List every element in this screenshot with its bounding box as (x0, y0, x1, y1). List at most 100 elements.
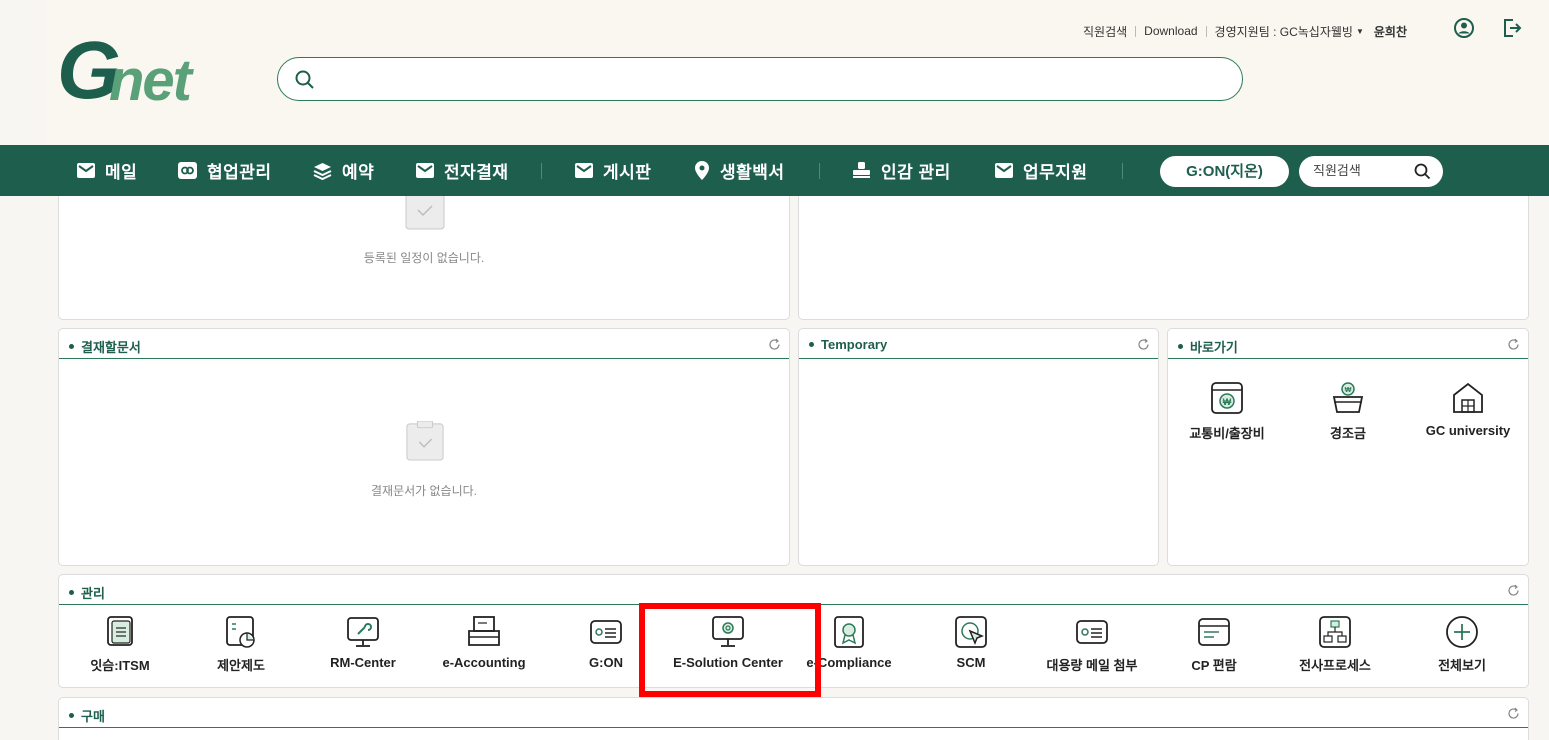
cursor-click-icon (955, 616, 987, 648)
panel-title: Temporary (809, 337, 887, 352)
mgmt-label: 잇슴:ITSM (90, 658, 150, 673)
mgmt-item-cp-handbook[interactable]: CP 편람 (1154, 615, 1274, 674)
gnet-logo[interactable]: G net (57, 28, 252, 108)
mail-icon (77, 163, 95, 178)
shortcut-condolence[interactable]: ₩ 경조금 (1293, 381, 1403, 442)
top-links: 직원검색 Download 경영지원팀 : GC녹십자웰빙 ▼ 윤희찬 (1083, 22, 1407, 40)
mgmt-label: CP 편람 (1191, 658, 1237, 673)
global-search-bar[interactable] (277, 57, 1243, 101)
mgmt-label: RM-Center (330, 655, 396, 670)
mgmt-item-bulk-mail[interactable]: 대용량 메일 첨부 (1032, 615, 1152, 674)
schedule-panel: 등록된 일정이 없습니다. (58, 180, 790, 320)
nav-item-mail[interactable]: 메일 (77, 145, 137, 196)
mgmt-item-view-all[interactable]: 전체보기 (1402, 615, 1522, 674)
proposal-chart-icon (226, 616, 255, 648)
org-chart-icon (1319, 616, 1351, 648)
empty-clipboard-icon (405, 190, 445, 230)
refresh-icon[interactable] (1137, 338, 1150, 351)
mgmt-label: 대용량 메일 첨부 (1046, 658, 1138, 673)
printer-icon (468, 616, 500, 646)
svg-text:net: net (109, 48, 195, 108)
purchase-panel: 구매 (58, 697, 1529, 740)
nav-divider (819, 163, 820, 179)
employee-search-link[interactable]: 직원검색 (1083, 23, 1127, 40)
nav-item-board[interactable]: 게시판 (575, 145, 651, 196)
logout-icon[interactable] (1501, 17, 1523, 39)
divider (1135, 25, 1137, 37)
nav-label: 전자결재 (444, 163, 509, 182)
stamp-icon (853, 162, 870, 178)
nav-item-approval[interactable]: 전자결재 (416, 145, 509, 196)
money-icon: ₩ (1211, 382, 1243, 414)
refresh-icon[interactable] (768, 338, 781, 351)
certificate-icon (834, 616, 864, 648)
nav-label: 게시판 (603, 163, 652, 182)
location-pin-icon (695, 161, 709, 180)
mgmt-item-itsm[interactable]: 잇슴:ITSM (60, 615, 180, 674)
nav-label: 인감 관리 (881, 163, 951, 182)
highlight-box (639, 603, 821, 697)
mail-icon (416, 163, 434, 178)
refresh-icon[interactable] (1507, 707, 1520, 720)
panel-title: 결재할문서 (69, 337, 141, 356)
refresh-icon[interactable] (1507, 338, 1520, 351)
download-link[interactable]: Download (1144, 24, 1197, 38)
nav-item-seal[interactable]: 인감 관리 (852, 145, 951, 196)
reservation-icon (313, 162, 332, 180)
mgmt-item-e-accounting[interactable]: e-Accounting (424, 615, 544, 670)
mgmt-label: 제안제도 (217, 658, 265, 673)
card-icon (1198, 618, 1230, 646)
gon-button[interactable]: G:ON(지온) (1160, 156, 1289, 187)
mgmt-label: 전체보기 (1438, 658, 1486, 673)
panel-divider (799, 358, 1158, 359)
building-icon (1453, 382, 1483, 413)
shortcut-gc-university[interactable]: GC university (1413, 381, 1523, 438)
shortcut-label: 경조금 (1330, 426, 1366, 441)
approval-panel: 결재할문서 결재문서가 없습니다. (58, 328, 790, 566)
nav-divider (541, 163, 542, 179)
department-selector[interactable]: 경영지원팀 : GC녹십자웰빙 (1215, 23, 1353, 40)
mgmt-label: 전사프로세스 (1299, 658, 1371, 673)
document-stack-icon (107, 616, 133, 646)
user-name[interactable]: 윤희찬 (1374, 23, 1407, 40)
nav-label: 업무지원 (1023, 163, 1088, 182)
mgmt-item-company-process[interactable]: 전사프로세스 (1275, 615, 1395, 674)
gift-basket-icon: ₩ (1332, 382, 1364, 413)
search-icon[interactable] (1414, 163, 1431, 180)
svg-text:₩: ₩ (1345, 387, 1352, 394)
refresh-icon[interactable] (1507, 584, 1520, 597)
panel-title: 구매 (69, 706, 105, 725)
shortcut-transport[interactable]: ₩ 교통비/출장비 (1172, 381, 1282, 442)
search-icon (295, 70, 314, 89)
panel-divider (59, 727, 1528, 728)
panel-title: 관리 (69, 583, 105, 602)
nav-item-reservation[interactable]: 예약 (313, 145, 374, 196)
temporary-panel: Temporary (798, 328, 1159, 566)
nav-item-lifeguide[interactable]: 생활백서 (694, 145, 785, 196)
panel-divider (1168, 358, 1528, 359)
id-card-icon (590, 620, 622, 644)
shortcuts-panel: 바로가기 ₩ 교통비/출장비 ₩ 경조금 GC university (1167, 328, 1529, 566)
nav-label: 예약 (342, 163, 375, 182)
empty-clipboard-icon (406, 421, 444, 461)
nav-employee-search[interactable] (1299, 156, 1443, 187)
right-top-panel (798, 180, 1529, 320)
employee-search-input[interactable] (1313, 163, 1413, 178)
id-card-icon (1076, 620, 1108, 644)
empty-schedule-message: 등록된 일정이 없습니다. (363, 251, 485, 265)
header-margin (0, 0, 46, 145)
chevron-down-icon[interactable]: ▼ (1356, 27, 1364, 36)
empty-approval-message: 결재문서가 없습니다. (370, 484, 478, 498)
mgmt-label: e-Accounting (442, 655, 526, 670)
nav-item-collab[interactable]: 협업관리 (178, 145, 272, 196)
nav-label: 협업관리 (207, 163, 272, 182)
profile-icon[interactable] (1453, 17, 1475, 39)
nav-item-worksupport[interactable]: 업무지원 (995, 145, 1088, 196)
mail-icon (575, 163, 593, 178)
mgmt-item-proposal[interactable]: 제안제도 (181, 615, 301, 674)
mgmt-item-rm-center[interactable]: RM-Center (303, 615, 423, 670)
mgmt-label: SCM (956, 655, 986, 670)
mgmt-item-scm[interactable]: SCM (911, 615, 1031, 670)
monitor-wrench-icon (347, 617, 379, 647)
svg-text:₩: ₩ (1223, 397, 1232, 407)
